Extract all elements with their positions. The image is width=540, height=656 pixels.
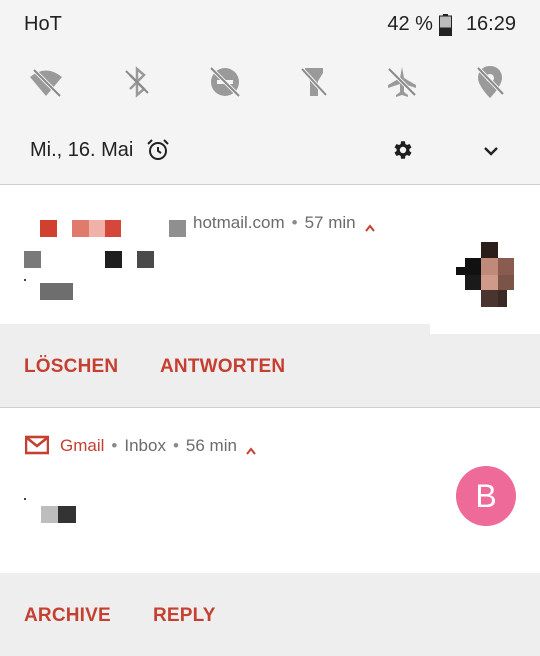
gear-icon[interactable] (391, 138, 415, 162)
notification-body[interactable]: hotmail.com • 57 min (0, 185, 540, 324)
status-right: 42 % 16:29 (387, 13, 516, 36)
avatar-letter: B (475, 477, 497, 514)
redacted-block (24, 498, 26, 500)
chevron-up-icon[interactable] (364, 218, 376, 232)
notification-actions: LÖSCHEN ANTWORTEN (0, 324, 540, 407)
wifi-off-icon[interactable] (26, 62, 66, 102)
redacted-block (24, 279, 26, 281)
redacted-block (58, 506, 76, 523)
notification-time: 56 min (185, 436, 237, 455)
sender-avatar: B (456, 466, 516, 526)
delete-button[interactable]: LÖSCHEN (24, 356, 118, 378)
notification-account: hotmail.com (193, 213, 285, 232)
quick-settings-panel: HoT 42 % 16:29 Mi., 16. Mai (0, 0, 540, 185)
archive-button[interactable]: ARCHIVE (24, 605, 111, 627)
redacted-block (105, 220, 121, 237)
alarm-icon[interactable] (146, 138, 170, 162)
chevron-down-icon[interactable] (480, 140, 502, 162)
app-name: Gmail (60, 436, 105, 455)
date-row: Mi., 16. Mai (0, 130, 540, 170)
separator-dot: • (111, 436, 118, 455)
location-off-icon[interactable] (470, 62, 510, 102)
notification-header: Gmail • Inbox • 56 min (60, 436, 257, 456)
gmail-icon (24, 435, 50, 455)
redacted-block (72, 220, 89, 237)
notification-actions: ARCHIVE REPLY (0, 573, 540, 656)
notification-time: 57 min (304, 213, 356, 232)
redacted-block (40, 220, 57, 237)
date-label[interactable]: Mi., 16. Mai (30, 139, 133, 162)
notification-header: hotmail.com • 57 min (193, 213, 376, 233)
battery-icon (438, 13, 452, 36)
notification-gmail[interactable]: Gmail • Inbox • 56 min B ARCHIVE REPLY (0, 408, 540, 656)
notification-body[interactable]: Gmail • Inbox • 56 min B (0, 408, 540, 573)
redacted-block (40, 283, 73, 300)
separator-dot: • (172, 436, 179, 455)
quick-settings-row (0, 62, 540, 104)
redacted-block (24, 251, 41, 268)
redacted-block (137, 251, 154, 268)
carrier-label: HoT (24, 13, 62, 35)
notification-hotmail[interactable]: hotmail.com • 57 min LÖSCHEN ANTWORTEN (0, 185, 540, 407)
do-not-disturb-off-icon[interactable] (205, 62, 245, 102)
separator-dot: • (291, 213, 298, 232)
status-time: 16:29 (465, 13, 516, 35)
airplane-mode-off-icon[interactable] (382, 62, 422, 102)
bluetooth-off-icon[interactable] (117, 62, 157, 102)
redacted-block (105, 251, 122, 268)
notification-account: Inbox (124, 436, 166, 455)
redacted-block (89, 220, 105, 237)
flashlight-off-icon[interactable] (294, 62, 334, 102)
battery-percent: 42 % (387, 13, 433, 35)
redacted-block (41, 506, 58, 523)
reply-button[interactable]: REPLY (153, 605, 216, 627)
chevron-up-icon[interactable] (245, 441, 257, 455)
status-bar: HoT 42 % 16:29 (0, 0, 540, 50)
reply-button[interactable]: ANTWORTEN (160, 356, 285, 378)
redacted-block (169, 220, 186, 237)
